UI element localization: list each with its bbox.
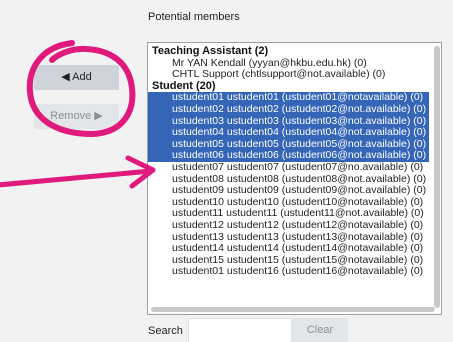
- member-option[interactable]: ustudent05 ustudent05 (ustudent05@not.av…: [148, 138, 429, 151]
- potential-members-label: Potential members: [148, 11, 240, 23]
- list-options: Teaching Assistant (2) Mr YAN Kendall (yy…: [148, 45, 429, 278]
- member-option[interactable]: ustudent15 ustudent15 (ustudent15@notava…: [148, 255, 429, 267]
- add-button[interactable]: ◀ Add: [34, 65, 119, 90]
- search-label: Search: [148, 325, 183, 337]
- potential-members-list[interactable]: Teaching Assistant (2) Mr YAN Kendall (yy…: [147, 42, 442, 315]
- member-option[interactable]: ustudent02 ustudent02 (ustudent02@not.av…: [148, 103, 429, 116]
- member-option[interactable]: Mr YAN Kendall (yyyan@hkbu.edu.hk) (0): [148, 58, 429, 70]
- member-option[interactable]: ustudent01 ustudent16 (ustudent16@notava…: [148, 266, 429, 278]
- vertical-scrollbar[interactable]: [434, 46, 440, 308]
- member-option[interactable]: ustudent03 ustudent03 (ustudent03@not.av…: [148, 115, 429, 128]
- member-option[interactable]: ustudent06 ustudent06 (ustudent06@not.av…: [148, 150, 429, 162]
- member-option[interactable]: ustudent10 ustudent10 (ustudent10@notava…: [148, 197, 429, 209]
- optgroup-label: Teaching Assistant (2): [152, 45, 269, 57]
- member-option[interactable]: ustudent07 ustudent07 (ustudent07@no.ava…: [148, 162, 429, 174]
- member-option[interactable]: ustudent14 ustudent14 (ustudent14@notava…: [148, 243, 429, 255]
- member-option[interactable]: ustudent12 ustudent12 (ustudent12@notava…: [148, 220, 429, 232]
- clear-button[interactable]: Clear: [292, 318, 348, 342]
- member-option[interactable]: ustudent13 ustudent13 (ustudent13@notava…: [148, 232, 429, 244]
- remove-button[interactable]: Remove ▶: [34, 104, 119, 129]
- member-option[interactable]: ustudent01 ustudent01 (ustudent01@notava…: [148, 92, 429, 104]
- member-option[interactable]: ustudent04 ustudent04 (ustudent04@not.av…: [148, 127, 429, 139]
- member-option[interactable]: ustudent08 ustudent08 (ustudent08@not.av…: [148, 174, 429, 186]
- member-option[interactable]: ustudent09 ustudent09 (ustudent09@not.av…: [148, 185, 429, 197]
- member-option[interactable]: ustudent11 ustudent11 (ustudent11@not.av…: [148, 208, 429, 220]
- search-input[interactable]: [188, 318, 292, 342]
- left-panel: ◀ Add Remove ▶: [0, 0, 145, 342]
- horizontal-scrollbar[interactable]: [151, 307, 435, 312]
- optgroup-label: Student (20): [152, 79, 216, 92]
